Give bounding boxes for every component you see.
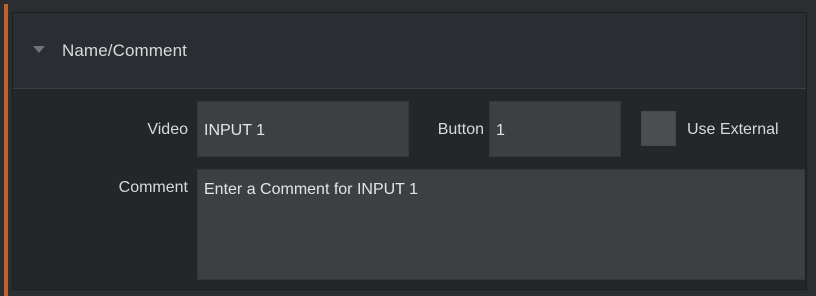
video-label: Video — [147, 121, 188, 138]
button-label: Button — [437, 121, 484, 138]
accent-bar — [4, 4, 8, 296]
use-external-label: Use External — [687, 121, 779, 138]
chevron-down-icon[interactable] — [33, 46, 45, 53]
comment-textarea[interactable]: Enter a Comment for INPUT 1 — [197, 169, 805, 280]
name-comment-panel: Name/Comment Video INPUT 1 Button 1 Use … — [12, 12, 807, 290]
button-name-input[interactable]: 1 — [489, 101, 621, 157]
window-frame: Name/Comment Video INPUT 1 Button 1 Use … — [0, 0, 816, 296]
use-external-checkbox[interactable] — [641, 111, 676, 146]
comment-label: Comment — [118, 179, 188, 196]
section-header-name-comment[interactable]: Name/Comment — [13, 13, 806, 89]
video-name-input[interactable]: INPUT 1 — [197, 101, 409, 157]
section-title: Name/Comment — [62, 41, 187, 60]
